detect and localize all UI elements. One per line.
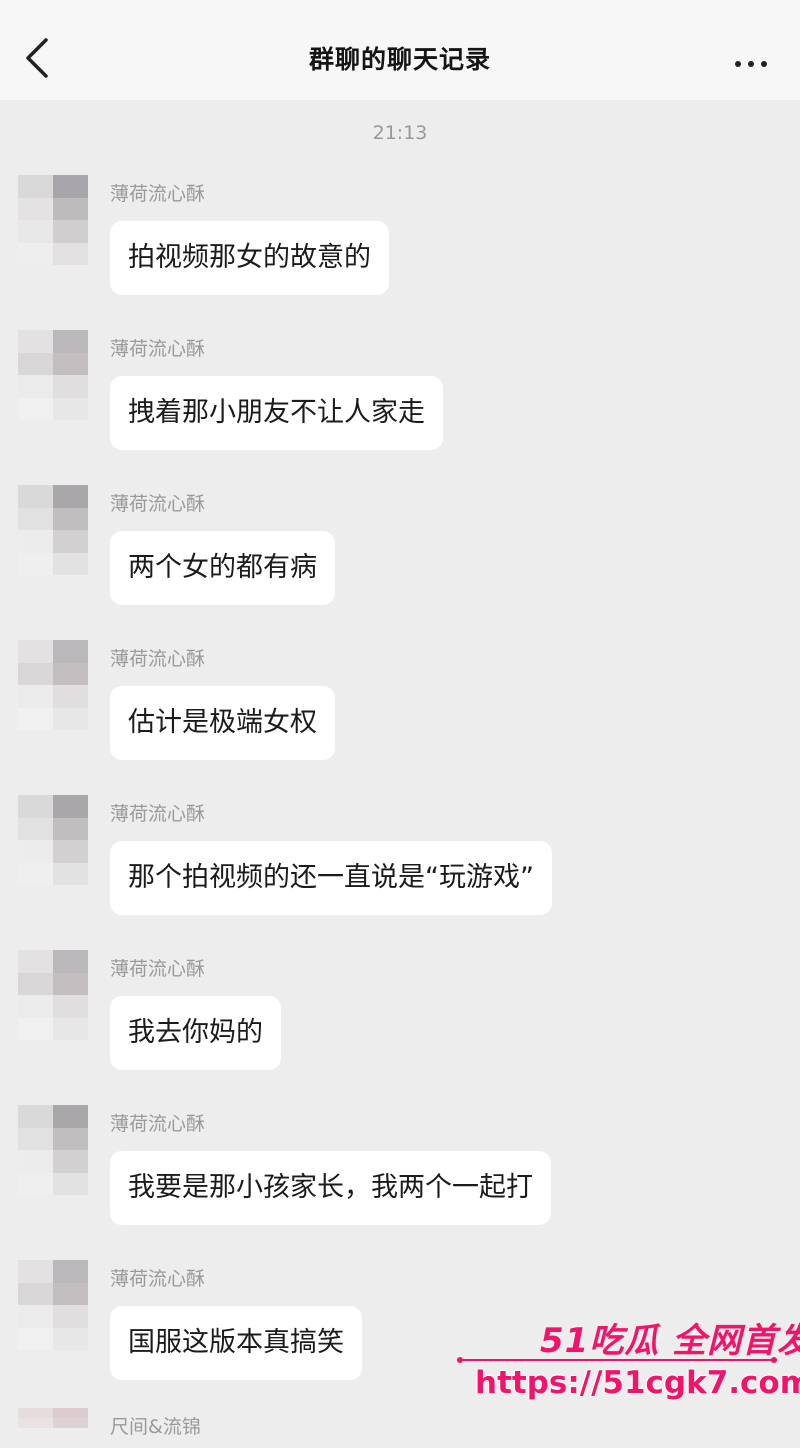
avatar[interactable] (18, 1105, 88, 1195)
avatar[interactable] (18, 330, 88, 420)
avatar[interactable] (18, 795, 88, 885)
sender-name: 薄荷流心酥 (110, 958, 206, 980)
back-button[interactable] (22, 36, 62, 84)
avatar[interactable] (18, 640, 88, 730)
avatar[interactable] (18, 175, 88, 265)
timestamp: 21:13 (372, 122, 428, 144)
more-dots-icon[interactable] (735, 52, 785, 68)
avatar[interactable] (18, 485, 88, 575)
circuit-line-icon (457, 1357, 777, 1363)
sender-name: 薄荷流心酥 (110, 338, 206, 360)
sender-name: 薄荷流心酥 (110, 803, 206, 825)
message-bubble[interactable]: 拽着那小朋友不让人家走 (110, 376, 443, 450)
message-row: 薄荷流心酥 拽着那小朋友不让人家走 (0, 310, 800, 460)
chevron-left-icon (26, 38, 48, 78)
avatar[interactable] (18, 950, 88, 1040)
navigation-bar: 群聊的聊天记录 (0, 0, 800, 100)
avatar[interactable] (18, 1408, 88, 1448)
message-bubble[interactable]: 我去你妈的 (110, 996, 281, 1070)
message-row: 薄荷流心酥 估计是极端女权 (0, 620, 800, 770)
avatar[interactable] (18, 1260, 88, 1350)
message-row: 薄荷流心酥 拍视频那女的故意的 (0, 155, 800, 305)
message-bubble[interactable]: 国服这版本真搞笑 (110, 1306, 362, 1380)
sender-name: 薄荷流心酥 (110, 1113, 206, 1135)
message-bubble[interactable]: 两个女的都有病 (110, 531, 335, 605)
sender-name: 薄荷流心酥 (110, 648, 206, 670)
sender-name: 尺间&流锦 (110, 1416, 201, 1438)
message-bubble[interactable]: 那个拍视频的还一直说是“玩游戏” (110, 841, 552, 915)
watermark-logo: 51吃瓜 全网首发 (540, 1321, 800, 1361)
message-bubble[interactable]: 估计是极端女权 (110, 686, 335, 760)
message-bubble[interactable]: 我要是那小孩家长，我两个一起打 (110, 1151, 551, 1225)
watermark-url: https://51cgk7.com (475, 1365, 800, 1401)
message-row: 薄荷流心酥 那个拍视频的还一直说是“玩游戏” (0, 775, 800, 925)
sender-name: 薄荷流心酥 (110, 493, 206, 515)
watermark: 51吃瓜 全网首发 https://51cgk7.com (455, 1305, 800, 1415)
message-bubble[interactable]: 拍视频那女的故意的 (110, 221, 389, 295)
message-row: 薄荷流心酥 我要是那小孩家长，我两个一起打 (0, 1085, 800, 1235)
sender-name: 薄荷流心酥 (110, 1268, 206, 1290)
page-title: 群聊的聊天记录 (308, 45, 491, 74)
sender-name: 薄荷流心酥 (110, 183, 206, 205)
message-row: 薄荷流心酥 我去你妈的 (0, 930, 800, 1080)
message-row: 薄荷流心酥 两个女的都有病 (0, 465, 800, 615)
